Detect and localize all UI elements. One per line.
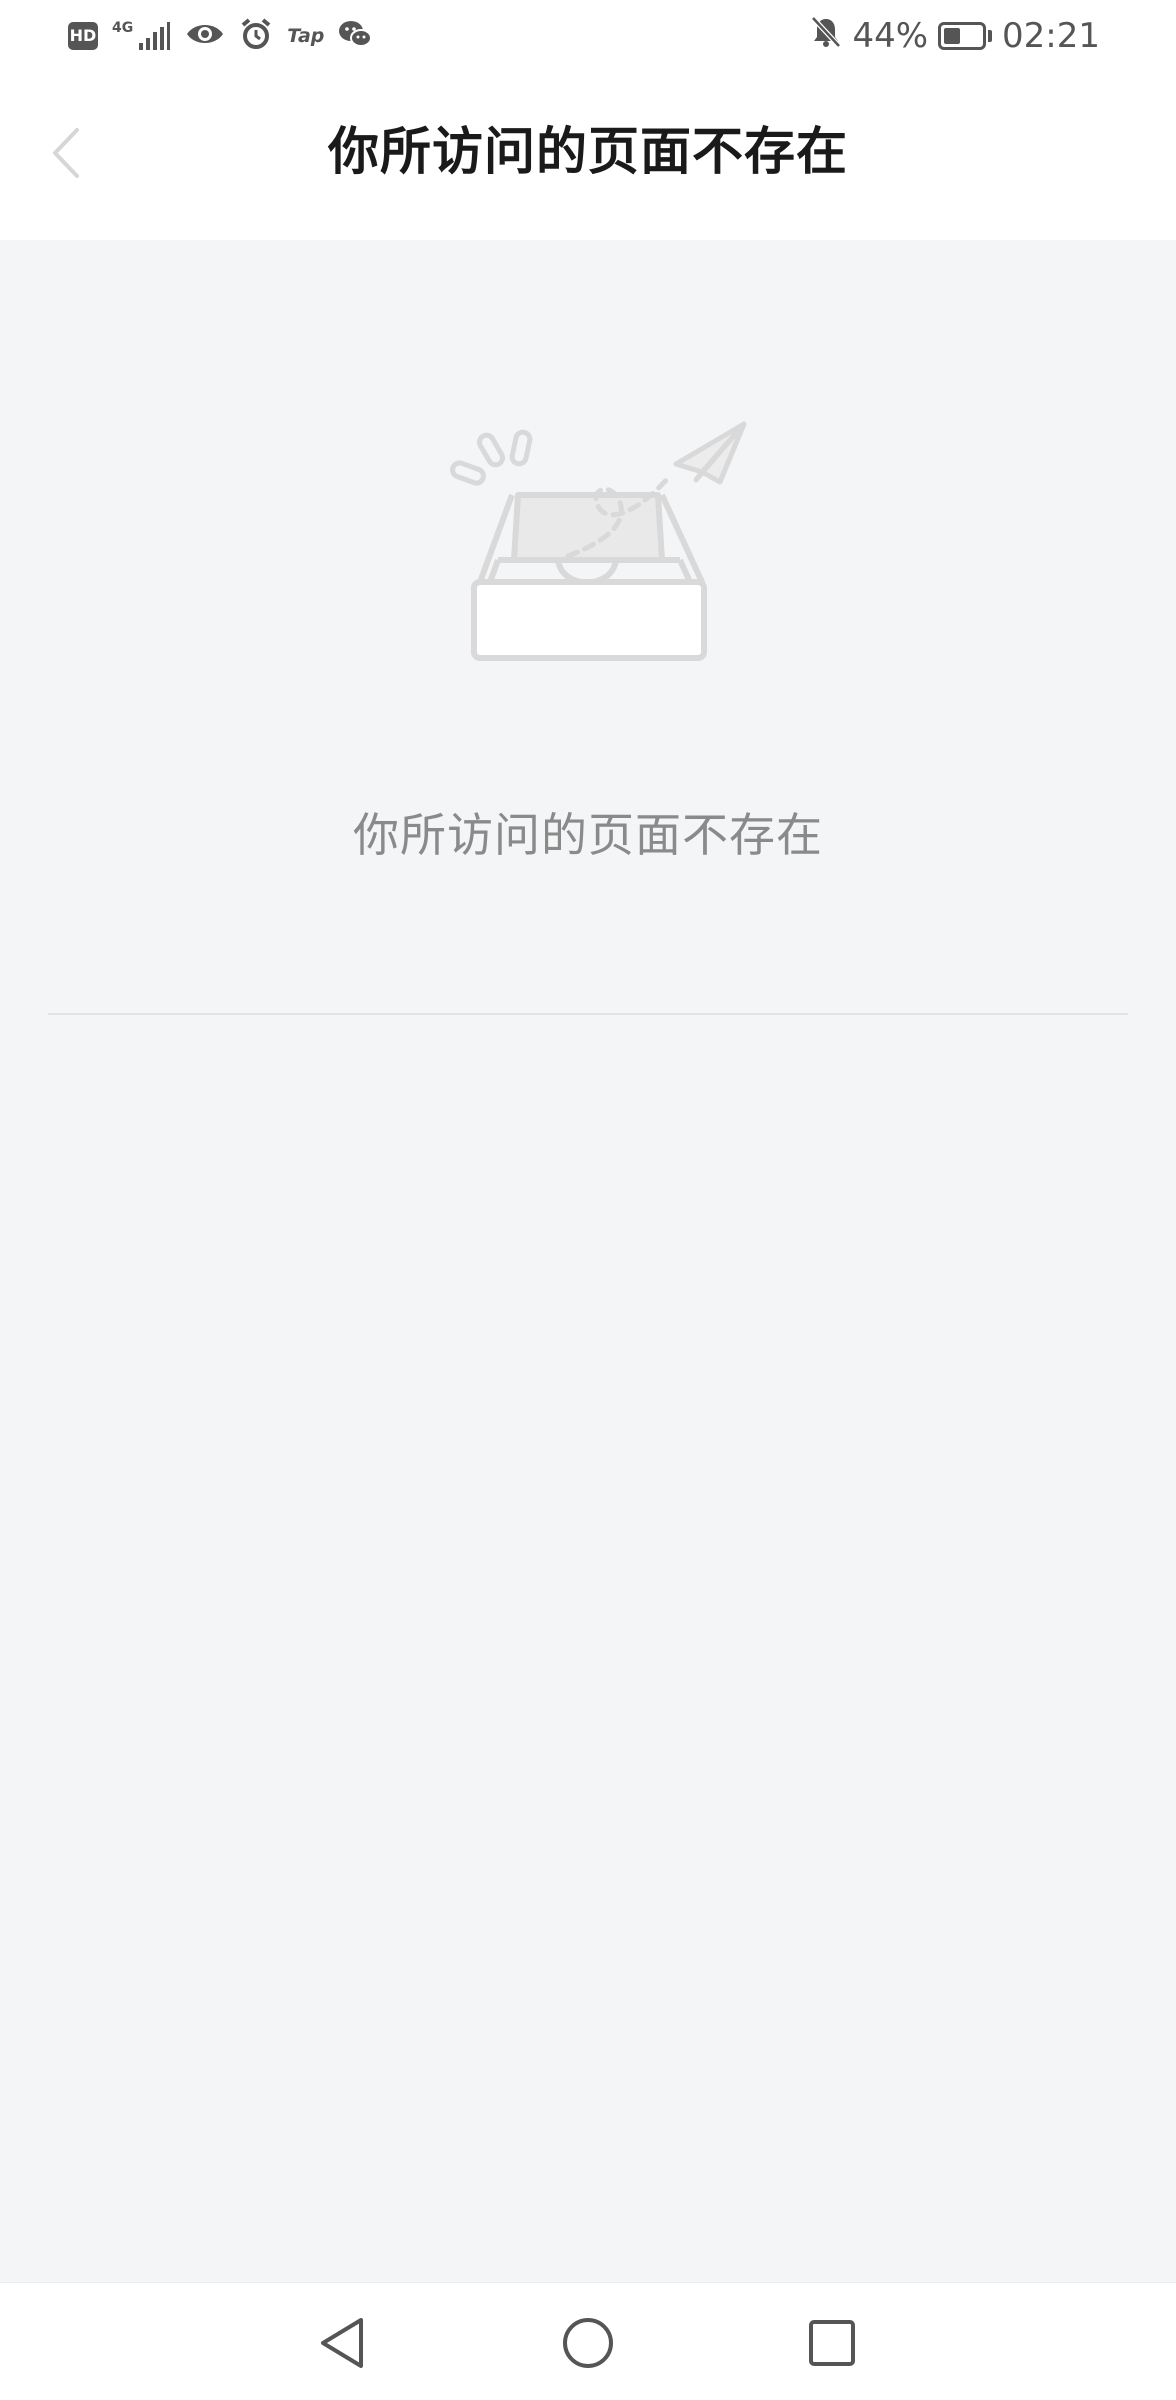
nav-recent-icon: [809, 2320, 855, 2366]
nav-back-button[interactable]: [310, 2311, 374, 2375]
eye-icon: [185, 20, 225, 52]
nav-back-icon: [321, 2318, 363, 2368]
tap-app-icon: Tap: [287, 25, 325, 47]
bell-muted-icon: [810, 15, 842, 58]
status-bar: HD 4G Tap 44% 02:21: [0, 0, 1176, 74]
clock-time: 02:21: [1002, 16, 1100, 56]
nav-recent-button[interactable]: [800, 2311, 864, 2375]
signal-icon: 4G: [112, 21, 171, 51]
status-icons-right: 44% 02:21: [810, 14, 1100, 58]
divider: [48, 1013, 1128, 1015]
title-bar: 你所访问的页面不存在: [0, 74, 1176, 240]
empty-inbox-paper-plane-icon: [450, 421, 747, 661]
nav-home-button[interactable]: [556, 2311, 620, 2375]
empty-state-message: 你所访问的页面不存在: [353, 808, 823, 862]
screen: HD 4G Tap 44% 02:21 你所访问的页面不存在 你所访问的页面不存…: [0, 0, 1176, 2400]
battery-percent: 44%: [852, 16, 929, 56]
alarm-icon: [239, 17, 273, 55]
battery-icon: [938, 22, 993, 50]
page-title: 你所访问的页面不存在: [327, 123, 848, 182]
hd-badge: HD: [68, 22, 98, 50]
status-icons-left: HD 4G Tap: [68, 16, 373, 56]
system-nav-bar: [0, 2282, 1176, 2400]
battery-fill: [944, 28, 960, 44]
signal-label: 4G: [112, 20, 134, 36]
wechat-icon: [338, 19, 373, 53]
nav-home-icon: [563, 2318, 613, 2368]
